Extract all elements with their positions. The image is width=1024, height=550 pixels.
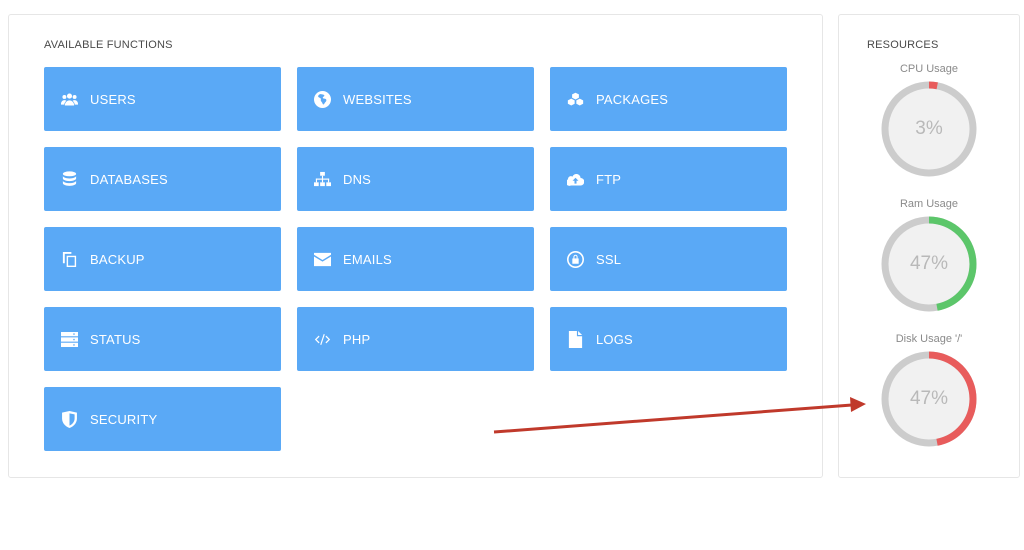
backup-tile[interactable]: BACKUP — [44, 227, 281, 291]
lock-icon — [566, 250, 584, 268]
ram-usage-gauge-block: Ram Usage 47% — [839, 198, 1019, 312]
dns-label: DNS — [343, 171, 372, 187]
cpu-usage-gauge-block: CPU Usage 3% — [839, 63, 1019, 177]
cubes-icon — [566, 90, 584, 108]
disk-usage-label: Disk Usage '/' — [895, 333, 963, 345]
ram-usage-label: Ram Usage — [899, 198, 959, 210]
ftp-tile[interactable]: FTP — [550, 147, 787, 211]
ssl-label: SSL — [596, 251, 622, 267]
available-functions-title: AVAILABLE FUNCTIONS — [44, 39, 173, 51]
cpu-usage-label: CPU Usage — [899, 63, 959, 75]
packages-label: PACKAGES — [596, 91, 669, 107]
ssl-tile[interactable]: SSL — [550, 227, 787, 291]
ram-usage-value: 47% — [909, 253, 949, 274]
security-label: SECURITY — [90, 411, 158, 427]
status-label: STATUS — [90, 331, 141, 347]
logs-tile[interactable]: LOGS — [550, 307, 787, 371]
resources-title: RESOURCES — [867, 39, 939, 51]
status-tile[interactable]: STATUS — [44, 307, 281, 371]
packages-tile[interactable]: PACKAGES — [550, 67, 787, 131]
disk-usage-gauge-block: Disk Usage '/' 47% — [839, 333, 1019, 447]
ram-usage-gauge: 47% — [881, 216, 977, 312]
security-tile[interactable]: SECURITY — [44, 387, 281, 451]
code-icon — [313, 330, 331, 348]
cpu-usage-gauge: 3% — [881, 81, 977, 177]
disk-usage-value: 47% — [909, 388, 949, 409]
php-tile[interactable]: PHP — [297, 307, 534, 371]
globe-icon — [313, 90, 331, 108]
websites-label: WEBSITES — [343, 91, 412, 107]
sitemap-icon — [313, 170, 331, 188]
users-icon — [60, 90, 78, 108]
backup-label: BACKUP — [90, 251, 145, 267]
databases-label: DATABASES — [90, 171, 168, 187]
emails-tile[interactable]: EMAILS — [297, 227, 534, 291]
logs-label: LOGS — [596, 331, 633, 347]
dns-tile[interactable]: DNS — [297, 147, 534, 211]
envelope-icon — [313, 250, 331, 268]
function-tiles: USERS WEBSITES PACKAGES DATABASES DNS FT… — [44, 67, 788, 451]
database-icon — [60, 170, 78, 188]
websites-tile[interactable]: WEBSITES — [297, 67, 534, 131]
disk-usage-gauge: 47% — [881, 351, 977, 447]
available-functions-panel: AVAILABLE FUNCTIONS USERS WEBSITES PACKA… — [8, 14, 823, 478]
copy-icon — [60, 250, 78, 268]
cloud-upload-icon — [566, 170, 584, 188]
ftp-label: FTP — [596, 171, 622, 187]
shield-icon — [60, 410, 78, 428]
server-icon — [60, 330, 78, 348]
resources-panel: RESOURCES CPU Usage 3% Ram Usage 47% Dis… — [838, 14, 1020, 478]
emails-label: EMAILS — [343, 251, 392, 267]
dashboard-page: AVAILABLE FUNCTIONS USERS WEBSITES PACKA… — [0, 0, 1024, 550]
databases-tile[interactable]: DATABASES — [44, 147, 281, 211]
cpu-usage-value: 3% — [915, 118, 943, 139]
users-label: USERS — [90, 91, 136, 107]
users-tile[interactable]: USERS — [44, 67, 281, 131]
file-icon — [566, 330, 584, 348]
php-label: PHP — [343, 331, 371, 347]
